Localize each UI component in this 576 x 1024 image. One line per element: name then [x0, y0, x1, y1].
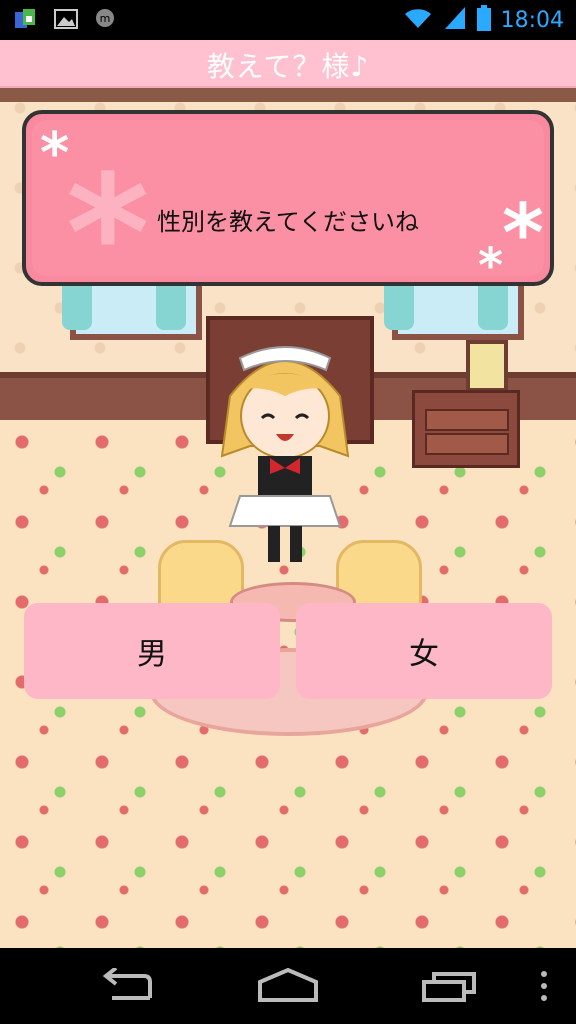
female-button[interactable]: 女	[296, 603, 552, 699]
back-icon[interactable]	[98, 966, 158, 1004]
picture-frame	[466, 340, 508, 392]
page-title: 教えて？様♪	[206, 50, 370, 83]
desk-drawer	[425, 433, 509, 455]
navigation-bar	[0, 948, 576, 1024]
clock: 18:04	[500, 7, 564, 33]
wall-molding	[0, 88, 576, 102]
status-bar: m 18:04	[0, 0, 576, 40]
notification-icons: m	[14, 8, 116, 30]
maid-character	[220, 346, 350, 562]
desk	[412, 390, 520, 468]
speech-bubble: * * * * 性別を教えてくださいね	[22, 110, 554, 286]
home-icon[interactable]	[256, 967, 320, 1004]
asterisk-decoration-icon: *	[478, 238, 504, 286]
app-notification-icon	[14, 8, 36, 30]
dialog-message: 性別を教えてくださいね	[156, 208, 420, 236]
messaging-icon: m	[94, 8, 116, 30]
title-bar: 教えて？様♪	[0, 40, 576, 88]
image-icon	[54, 8, 78, 30]
recents-icon[interactable]	[420, 968, 480, 1004]
system-status: 18:04	[403, 0, 564, 40]
menu-icon[interactable]	[538, 968, 550, 1004]
desk-drawer	[425, 409, 509, 431]
signal-icon	[443, 5, 467, 35]
asterisk-decoration-icon: *	[40, 121, 70, 186]
male-button[interactable]: 男	[24, 603, 280, 699]
wifi-icon	[403, 6, 433, 34]
svg-text:m: m	[100, 12, 111, 25]
battery-icon	[476, 5, 491, 35]
